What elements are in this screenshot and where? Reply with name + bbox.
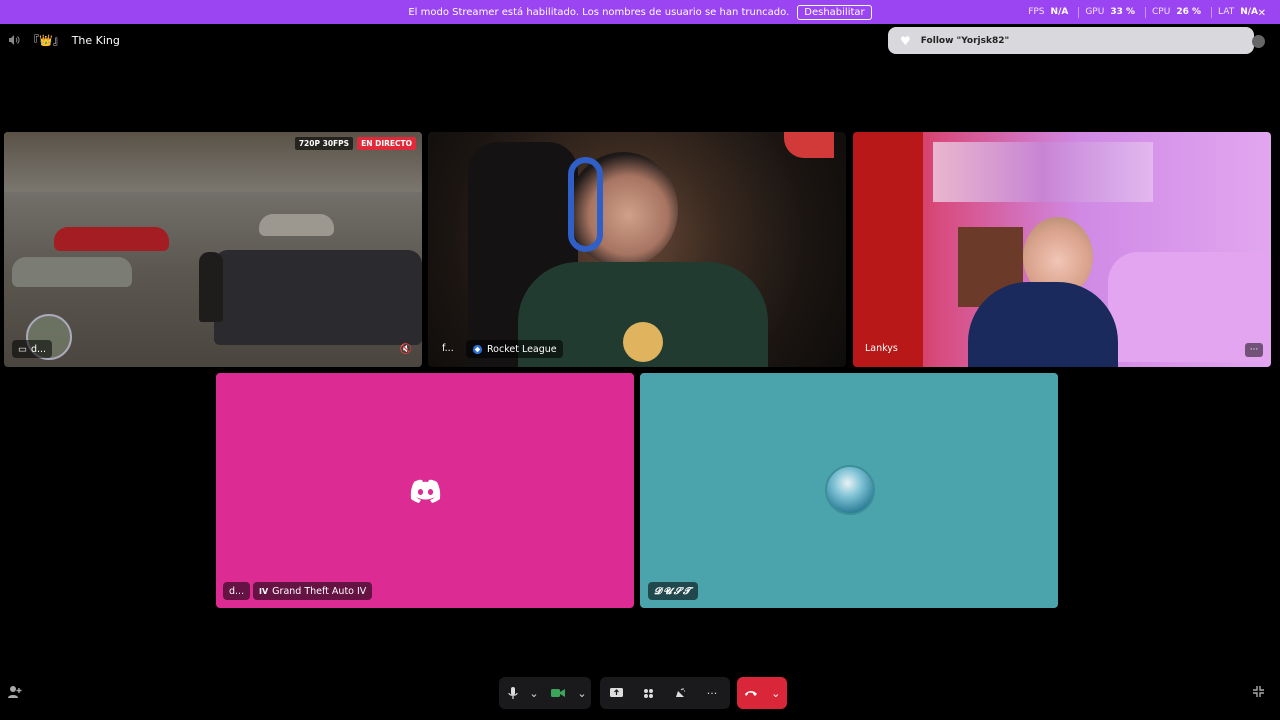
gpu-value: 33 % [1110,7,1136,17]
stream-user-name: d... [30,343,47,355]
gta-iv-icon: IV [259,586,269,596]
activities-icon[interactable] [632,688,664,699]
gpu-label: GPU [1085,7,1105,17]
rocket-league-icon [472,344,483,354]
camera-tile-2[interactable]: Lankys ··· [853,132,1271,367]
stream-name-tag: ▭ d... [12,340,53,358]
camera-2-user-name: Lankys [865,342,898,354]
camera-options-chevron-icon[interactable]: ⌄ [575,687,589,700]
cpu-value: 26 % [1176,7,1202,17]
user-2-avatar [825,465,875,515]
more-options-icon[interactable]: ··· [696,687,728,700]
person-hoodie [968,282,1118,367]
fps-value: N/A [1050,7,1069,17]
camera-tile-1[interactable]: f... Rocket League [428,132,846,367]
streamer-mode-banner: El modo Streamer está habilitado. Los no… [0,0,1280,24]
camera-2-name-tag: Lankys [865,339,904,357]
stats-divider [1211,6,1213,18]
quality-badge: 720P 30FPS [294,137,354,150]
live-badge: EN DIRECTO [357,137,416,150]
hang-up-icon [744,691,757,696]
stream-tile[interactable]: 720P 30FPS EN DIRECTO ▭ d... 🔇 [4,132,422,367]
red-light [784,132,834,158]
activity-name: Rocket League [487,343,557,355]
user-1-name: d... [229,585,245,597]
discord-logo-icon [410,479,441,503]
streamer-mode-message: El modo Streamer está habilitado. Los no… [408,6,790,18]
close-banner-icon[interactable]: ✕ [1258,8,1266,19]
stream-muted-icon[interactable]: 🔇 [400,344,412,355]
user-1-activity-tag: IV Grand Theft Auto IV [253,582,373,600]
camera-1-user-name: f... [442,342,454,354]
activity-tag: Rocket League [466,340,563,358]
screen-share-icon[interactable] [600,687,632,699]
user-2-name-tag: 𝓓𝓤𝓢𝓣 [648,582,699,600]
blue-headset [568,157,603,252]
stats-divider [1145,6,1147,18]
speaker-icon [9,35,20,45]
sweater-emblem [623,322,663,362]
disable-streamer-mode-button[interactable]: Deshabilitar [797,4,872,20]
user-1-activity: Grand Theft Auto IV [272,585,367,597]
wall-posters [933,142,1153,202]
channel-header: 『👑』 The King [8,32,120,48]
channel-prefix: 『👑』 [28,34,64,47]
user-1-name-tag: d... [223,582,251,600]
performance-stats: FPS N/A GPU 33 % CPU 26 % LAT N/A [1028,0,1262,24]
stats-divider [1078,6,1080,18]
hang-up-options-chevron-icon[interactable]: ⌄ [771,687,780,700]
hang-up-button[interactable]: ⌄ [737,677,787,709]
user-tile-1[interactable]: d... IV Grand Theft Auto IV [216,373,634,608]
microphone-icon[interactable] [499,686,527,700]
grey-car [12,257,132,287]
fps-label: FPS [1028,7,1045,17]
lat-label: LAT [1218,7,1235,17]
red-car [54,227,169,251]
toast-text: Follow "Yorjsk82" [920,35,1010,46]
microphone-options-chevron-icon[interactable]: ⌄ [527,687,541,700]
toast-toggle[interactable] [1252,35,1265,48]
tile-more-options-button[interactable]: ··· [1245,343,1263,357]
heart-icon: ♥ [900,33,911,48]
notification-toast[interactable]: ♥ Follow "Yorjsk82" [888,27,1254,54]
channel-name: The King [71,33,120,47]
stream-badges: 720P 30FPS EN DIRECTO [294,137,416,150]
user-2-name: 𝓓𝓤𝓢𝓣 [654,585,693,597]
exit-fullscreen-icon[interactable] [1252,685,1265,701]
audio-video-controls: ⌄ ⌄ [499,677,591,709]
screen-icon: ▭ [18,343,27,355]
soundboard-icon[interactable] [664,687,696,699]
add-user-icon[interactable] [8,685,22,701]
call-actions: ··· [600,677,730,709]
video-camera-icon[interactable] [541,688,575,698]
dark-car [214,250,422,345]
user-tile-2[interactable]: 𝓓𝓤𝓢𝓣 [640,373,1058,608]
camera-1-name-tag: f... [442,339,460,357]
game-character [199,252,223,322]
red-door [853,132,923,367]
white-car [259,214,334,236]
cpu-label: CPU [1152,7,1171,17]
lat-value: N/A [1240,7,1258,17]
